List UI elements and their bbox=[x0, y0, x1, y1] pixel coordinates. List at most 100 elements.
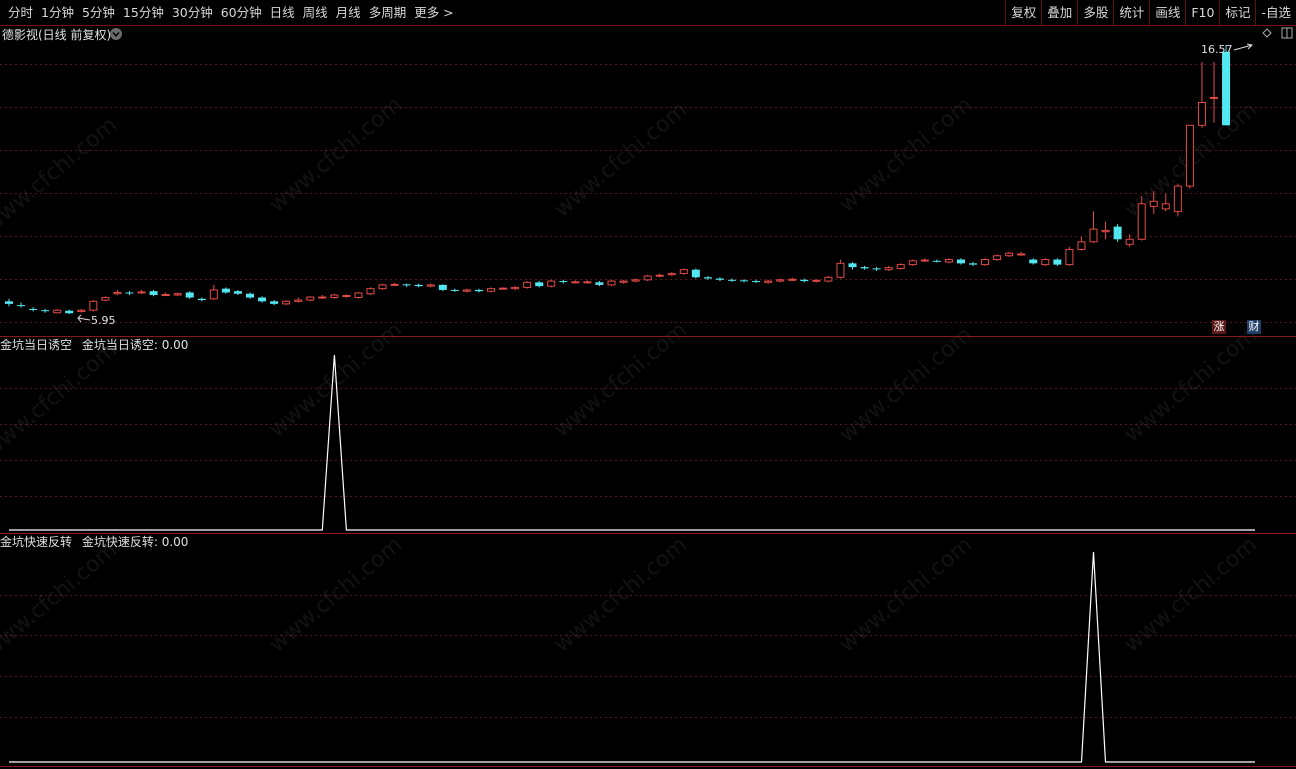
candle bbox=[788, 277, 797, 282]
candle bbox=[438, 284, 447, 292]
candle-body bbox=[764, 280, 773, 283]
candle bbox=[884, 265, 893, 271]
candle-body bbox=[65, 310, 74, 314]
candle-body bbox=[1173, 185, 1182, 212]
candle-body bbox=[1113, 226, 1122, 240]
candle-body bbox=[1149, 200, 1158, 207]
watermark-text: www.cfchi.com bbox=[1120, 322, 1262, 447]
candle-body bbox=[499, 287, 508, 290]
candle-body bbox=[993, 255, 1002, 261]
candle bbox=[197, 297, 206, 302]
candle-body bbox=[1017, 253, 1026, 256]
candle bbox=[523, 281, 532, 289]
candle bbox=[848, 262, 857, 270]
candle-body bbox=[872, 268, 881, 270]
candle bbox=[956, 258, 965, 265]
candle bbox=[426, 283, 435, 288]
candle-body bbox=[29, 308, 38, 310]
candle-body bbox=[836, 262, 845, 278]
candle bbox=[29, 307, 38, 312]
candle bbox=[993, 254, 1002, 261]
candle bbox=[679, 268, 688, 275]
indicator2-name: 金坑快速反转 bbox=[0, 534, 72, 549]
candle bbox=[595, 281, 604, 287]
candle-body bbox=[282, 300, 291, 305]
candle bbox=[101, 296, 110, 302]
candle bbox=[655, 273, 664, 278]
watermark-layer: www.cfchi.com www.cfchi.com www.cfchi.com w… bbox=[0, 92, 1262, 662]
candle-body bbox=[462, 289, 471, 292]
candle-body bbox=[1029, 259, 1038, 264]
candle bbox=[860, 265, 869, 270]
grid-layer bbox=[0, 64, 1296, 718]
candle bbox=[511, 286, 520, 290]
dropdown-icon[interactable] bbox=[110, 28, 122, 40]
candle bbox=[17, 302, 26, 308]
candle bbox=[559, 279, 568, 284]
candle-body bbox=[77, 309, 86, 312]
candle bbox=[944, 258, 953, 264]
candle-body bbox=[354, 292, 363, 299]
chart-area[interactable]: www.cfchi.com www.cfchi.com www.cfchi.com w… bbox=[0, 0, 1296, 769]
candle-body bbox=[740, 280, 749, 282]
candle bbox=[631, 278, 640, 283]
candle bbox=[5, 298, 13, 307]
diamond-icon[interactable] bbox=[1262, 28, 1272, 38]
candle bbox=[306, 296, 315, 302]
candle-body bbox=[41, 310, 50, 312]
candle-body bbox=[860, 267, 869, 269]
candle bbox=[318, 295, 327, 299]
candle-body bbox=[450, 289, 459, 291]
candle-body bbox=[715, 278, 724, 280]
watermark-text: www.cfchi.com bbox=[265, 92, 407, 217]
candle-body bbox=[511, 286, 520, 290]
candle bbox=[233, 289, 242, 296]
candle-body bbox=[137, 291, 146, 294]
candle-body bbox=[414, 284, 423, 287]
zhang-badge[interactable]: 涨 bbox=[1212, 320, 1226, 334]
candle-body bbox=[1101, 229, 1110, 233]
candle bbox=[583, 280, 592, 284]
high-arrow-icon bbox=[1233, 43, 1254, 51]
candle-body bbox=[1210, 96, 1218, 99]
candle-body bbox=[221, 288, 230, 293]
candle-body bbox=[89, 300, 98, 311]
indicator2-header: 金坑快速反转 金坑快速反转: 0.00 bbox=[0, 534, 188, 549]
candle-body bbox=[390, 283, 399, 286]
candle-body bbox=[691, 269, 700, 278]
candlestick-series bbox=[5, 45, 1231, 314]
candle-body bbox=[330, 294, 339, 299]
candle-body bbox=[631, 279, 640, 282]
candle-body bbox=[474, 289, 483, 292]
candle-body bbox=[884, 267, 893, 271]
candle-body bbox=[607, 280, 616, 286]
candle bbox=[667, 272, 676, 277]
indicator2-value: 金坑快速反转: 0.00 bbox=[82, 534, 189, 549]
candle-body bbox=[655, 274, 664, 277]
candle-body bbox=[932, 260, 941, 262]
candle bbox=[499, 287, 508, 290]
candle-body bbox=[161, 293, 170, 296]
candle-body bbox=[402, 284, 411, 286]
candle bbox=[1185, 124, 1194, 189]
candle bbox=[1029, 258, 1038, 265]
candle bbox=[137, 289, 146, 294]
candle bbox=[330, 293, 339, 299]
candle-body bbox=[896, 264, 905, 269]
candle bbox=[981, 258, 990, 266]
candle-body bbox=[233, 291, 242, 294]
candle-body bbox=[306, 296, 315, 301]
candle bbox=[246, 292, 254, 299]
candle bbox=[1005, 251, 1014, 258]
candle-body bbox=[571, 281, 580, 284]
candle bbox=[571, 280, 580, 284]
candle bbox=[872, 267, 881, 271]
cai-badge[interactable]: 财 bbox=[1247, 320, 1261, 334]
candle bbox=[1125, 234, 1134, 247]
low-price-label: 5.95 bbox=[91, 314, 116, 327]
candle-body bbox=[788, 278, 797, 281]
candle bbox=[378, 283, 387, 290]
candle-body bbox=[1005, 252, 1014, 257]
candle-body bbox=[366, 288, 375, 295]
candle bbox=[643, 274, 652, 282]
